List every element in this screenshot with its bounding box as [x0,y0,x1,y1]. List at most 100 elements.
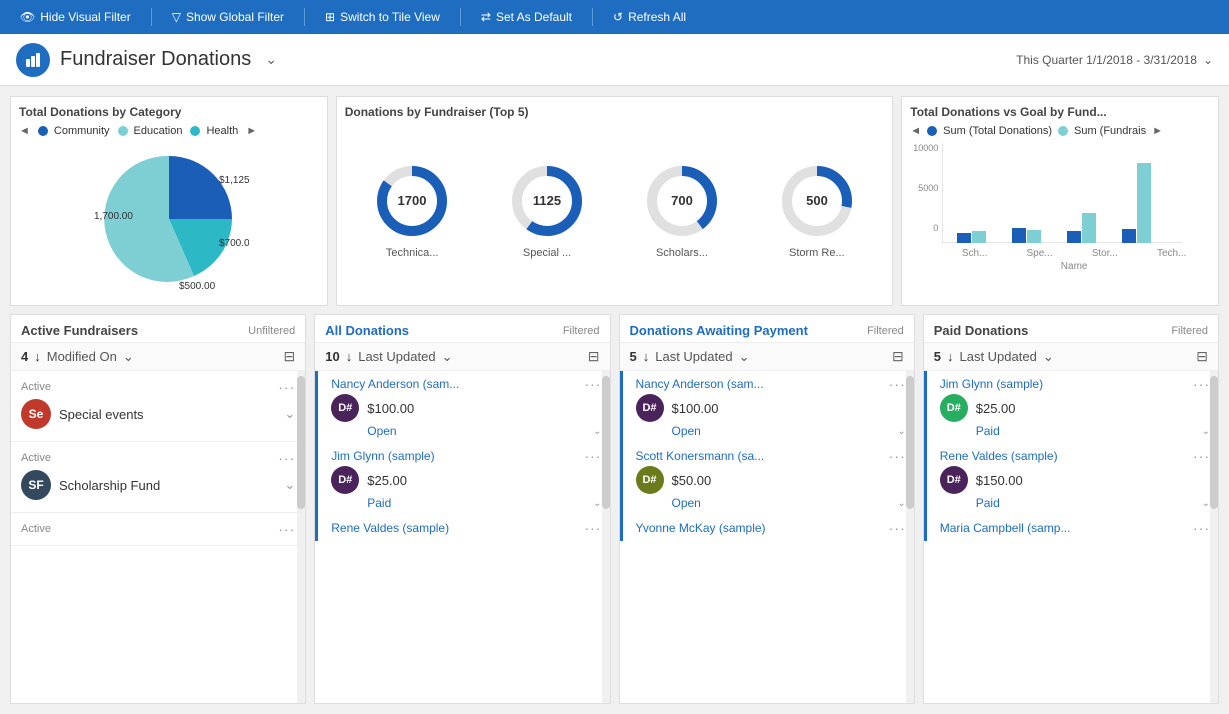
set-default-btn[interactable]: ⇄ Set As Default [471,6,582,28]
ad-filter-icon[interactable]: ⊟ [588,348,600,365]
ap-status-0[interactable]: Open [672,424,701,438]
ad-item-dots-1[interactable]: ··· [585,448,602,464]
ap-item-name-2[interactable]: Yvonne McKay (sample) [636,521,766,535]
set-default-label: Set As Default [496,10,572,24]
list-item[interactable]: Nancy Anderson (sam... ··· D# $100.00 Op… [620,371,914,443]
donut-svg-1: 1125 [507,161,587,241]
pd-item-dots-2[interactable]: ··· [1193,520,1210,536]
bar-chart-svg [942,143,1182,243]
ad-item-name-0[interactable]: Nancy Anderson (sam... [331,377,459,391]
pd-item-name-2[interactable]: Maria Campbell (samp... [940,521,1071,535]
list-item[interactable]: Scott Konersmann (sa... ··· D# $50.00 Op… [620,443,914,515]
fi-dots-2[interactable]: ··· [278,521,295,537]
ap-item-name-1[interactable]: Scott Konersmann (sa... [636,449,765,463]
list-item[interactable]: Maria Campbell (samp... ··· [924,515,1218,541]
bar-nav-left-icon[interactable]: ◄ [910,125,921,137]
ap-sort-field-chevron[interactable]: ⌄ [739,349,750,365]
date-range[interactable]: This Quarter 1/1/2018 - 3/31/2018 ⌄ [1016,53,1213,67]
list-item[interactable]: Nancy Anderson (sam... ··· D# $100.00 Op… [315,371,609,443]
filter-icon: ▽ [172,10,181,24]
hide-visual-filter-btn[interactable]: 👁 Hide Visual Filter [10,6,141,28]
list-item[interactable]: Jim Glynn (sample) ··· D# $25.00 Paid ⌄ [924,371,1218,443]
list-item[interactable]: Rene Valdes (sample) ··· [315,515,609,541]
pd-sort-field-chevron[interactable]: ⌄ [1043,349,1054,365]
donut-item-0: 1700 Technica... [372,161,452,259]
pd-sort-field[interactable]: Last Updated [959,349,1036,364]
show-global-filter-btn[interactable]: ▽ Show Global Filter [162,6,294,28]
ap-status-1[interactable]: Open [672,496,701,510]
pie-nav-right-icon[interactable]: ► [246,125,257,137]
af-list-body: Active ··· Se Special events ⌄ Active ··… [11,371,305,703]
ap-controls: 5 ↓ Last Updated ⌄ ⊟ [620,343,914,371]
ap-item-name-0[interactable]: Nancy Anderson (sam... [636,377,764,391]
pd-scrollbar[interactable] [1210,371,1218,703]
list-item[interactable]: Yvonne McKay (sample) ··· [620,515,914,541]
list-item[interactable]: Jim Glynn (sample) ··· D# $25.00 Paid ⌄ [315,443,609,515]
pd-filter-icon[interactable]: ⊟ [1196,348,1208,365]
ap-scrollbar[interactable] [906,371,914,703]
ap-item-dots-0[interactable]: ··· [889,376,906,392]
tile-view-btn[interactable]: ⊞ Switch to Tile View [315,6,450,28]
af-scrollbar[interactable] [297,371,305,703]
pie-nav-left-icon[interactable]: ◄ [19,125,30,137]
pd-item-name-1[interactable]: Rene Valdes (sample) [940,449,1058,463]
af-sort-field[interactable]: Modified On [47,349,117,364]
blue-bar-0 [315,371,318,443]
title-chevron-icon[interactable]: ⌄ [265,51,277,68]
ad-sort-field[interactable]: Last Updated [358,349,435,364]
fi-dots-0[interactable]: ··· [278,379,295,395]
fi-chevron-1[interactable]: ⌄ [284,477,295,493]
page-header: Fundraiser Donations ⌄ This Quarter 1/1/… [0,34,1229,86]
ad-chevron-0[interactable]: ⌄ [593,426,601,437]
pd-name-row-0: Jim Glynn (sample) ··· [940,376,1210,392]
ap-chevron-0[interactable]: ⌄ [897,426,905,437]
pd-name-row-2: Maria Campbell (samp... ··· [940,520,1210,536]
donut-label-2: Scholars... [656,247,708,259]
fi-avatar-1: SF [21,470,51,500]
fi-chevron-0[interactable]: ⌄ [284,406,295,422]
bar-nav-right-icon[interactable]: ► [1152,125,1163,137]
ap-chevron-1[interactable]: ⌄ [897,498,905,509]
pd-chevron-1[interactable]: ⌄ [1202,498,1210,509]
ad-item-name-1[interactable]: Jim Glynn (sample) [331,449,434,463]
refresh-label: Refresh All [628,10,686,24]
ad-status-0[interactable]: Open [367,424,396,438]
ap-blue-bar-2 [620,515,623,541]
ad-sort-down-icon[interactable]: ↓ [346,349,353,364]
ap-item-dots-1[interactable]: ··· [889,448,906,464]
ap-item-body-0: D# $100.00 [636,392,906,424]
pd-blue-bar-0 [924,371,927,443]
ad-avatar-1: D# [331,466,359,494]
ad-item-name-2[interactable]: Rene Valdes (sample) [331,521,449,535]
ap-filter-icon[interactable]: ⊟ [892,348,904,365]
ad-chevron-1[interactable]: ⌄ [593,498,601,509]
ap-sort-field[interactable]: Last Updated [655,349,732,364]
ad-status-1[interactable]: Paid [367,496,391,510]
pd-sort-down-icon[interactable]: ↓ [947,349,954,364]
list-item[interactable]: Active ··· SF Scholarship Fund ⌄ [11,442,305,513]
af-filter-icon[interactable]: ⊟ [284,348,296,365]
ad-item-dots-2[interactable]: ··· [585,520,602,536]
pd-status-1[interactable]: Paid [976,496,1000,510]
pd-chevron-0[interactable]: ⌄ [1202,426,1210,437]
pd-status-0[interactable]: Paid [976,424,1000,438]
pd-item-name-0[interactable]: Jim Glynn (sample) [940,377,1043,391]
ad-sort-field-chevron[interactable]: ⌄ [442,349,453,365]
ap-list-body: Nancy Anderson (sam... ··· D# $100.00 Op… [620,371,914,703]
af-sort-field-chevron[interactable]: ⌄ [123,349,134,365]
refresh-btn[interactable]: ↺ Refresh All [603,6,696,28]
ad-item-dots-0[interactable]: ··· [585,376,602,392]
ap-item-dots-2[interactable]: ··· [889,520,906,536]
blue-bar-2 [315,515,318,541]
list-item[interactable]: Active ··· Se Special events ⌄ [11,371,305,442]
ad-scrollbar[interactable] [602,371,610,703]
list-item[interactable]: Rene Valdes (sample) ··· D# $150.00 Paid… [924,443,1218,515]
ap-sort-down-icon[interactable]: ↓ [643,349,650,364]
ad-name-row-1: Jim Glynn (sample) ··· [331,448,601,464]
af-sort-down-icon[interactable]: ↓ [34,349,41,364]
pd-item-dots-1[interactable]: ··· [1193,448,1210,464]
fi-dots-1[interactable]: ··· [278,450,295,466]
pd-item-dots-0[interactable]: ··· [1193,376,1210,392]
pie-chart-card: Total Donations by Category ◄ Community … [10,96,328,306]
list-item[interactable]: Active ··· [11,513,305,546]
